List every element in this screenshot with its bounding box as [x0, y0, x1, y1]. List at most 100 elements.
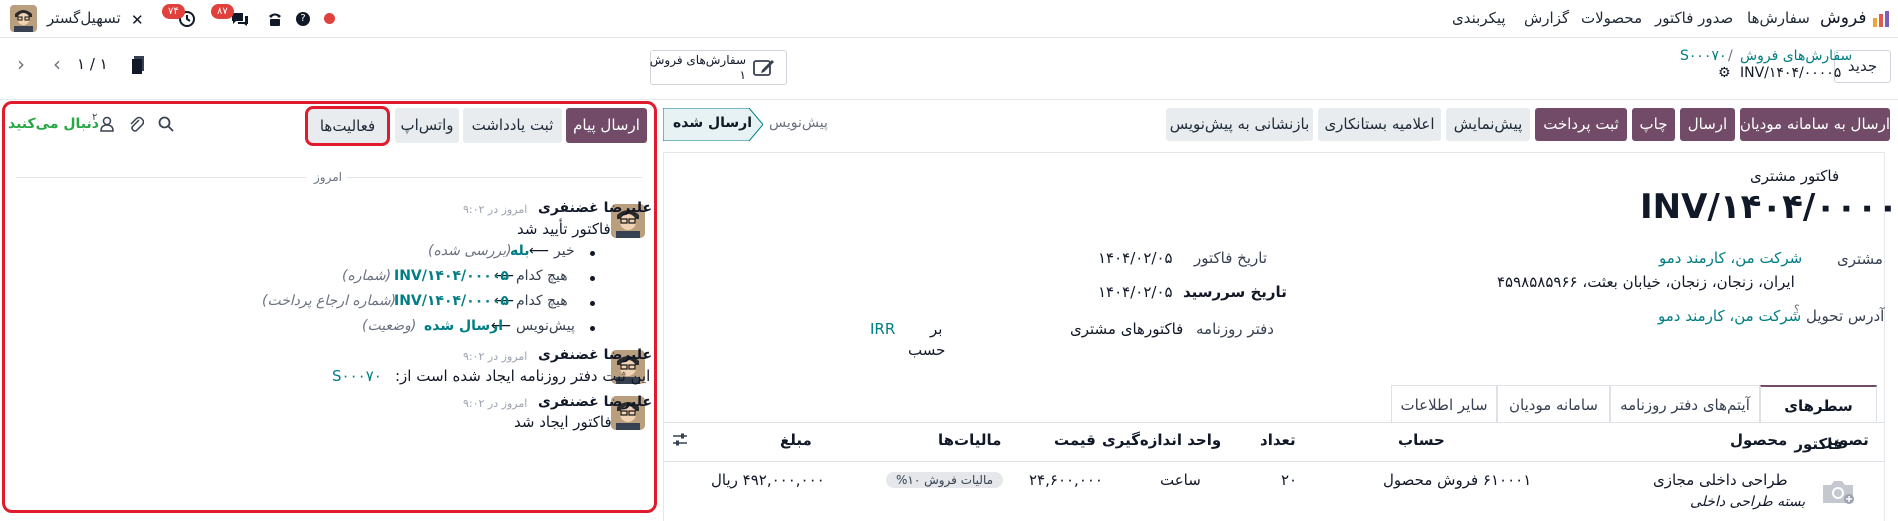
tab-invoice-lines[interactable]: سطرهای فاکتور	[1760, 385, 1877, 453]
tabs-divider	[663, 422, 1885, 423]
pager-prev-icon[interactable]: ‹	[10, 50, 32, 80]
today-divider-left	[16, 177, 306, 178]
due-date-label: تاریخ سررسید	[1183, 283, 1287, 301]
today-divider-right	[346, 177, 642, 178]
col-header-quantity[interactable]: تعداد	[1260, 431, 1296, 449]
tab-other-info[interactable]: سایر اطلاعات	[1391, 385, 1497, 423]
row-product[interactable]: طراحی داخلی مجازی	[1653, 471, 1788, 489]
product-image-placeholder-icon[interactable]	[1821, 477, 1855, 505]
record-settings-gear-icon[interactable]: ⚙	[1718, 65, 1731, 81]
help-icon[interactable]: ?	[296, 12, 310, 26]
following-button[interactable]: دنبال می‌کنید	[8, 116, 99, 132]
tracking-new-value: بله	[510, 243, 530, 259]
attachment-bookmark-icon[interactable]	[132, 56, 146, 74]
message-author[interactable]: علیرضا غضنفری	[538, 347, 652, 363]
tracking-bullet	[590, 301, 595, 306]
chatter-search-icon[interactable]	[158, 116, 174, 132]
journal-in-text: بر	[930, 320, 943, 338]
smart-button-label: سفارش‌های فروش	[649, 53, 746, 67]
journal-label: دفتر روزنامه	[1196, 320, 1274, 338]
activities-badge: ۷۴	[162, 4, 185, 19]
debug-tools-icon[interactable]: ✕	[131, 11, 144, 29]
col-header-uom[interactable]: واحد اندازه‌گیری	[1102, 431, 1221, 449]
breadcrumb-order[interactable]: S۰۰۰۷۰	[1680, 48, 1726, 64]
menu-invoicing[interactable]: صدور فاکتور	[1655, 9, 1733, 27]
row-tax-tag[interactable]: مالیات فروش ۱۰%	[886, 472, 1004, 488]
print-button[interactable]: چاپ	[1632, 108, 1675, 141]
app-logo-icon[interactable]	[1872, 10, 1890, 28]
voip-phone-icon[interactable]	[266, 10, 284, 28]
invoice-date-field[interactable]: ۱۴۰۴/۰۲/۰۵	[1098, 249, 1173, 267]
whatsapp-button[interactable]: واتس‌اپ	[395, 108, 459, 143]
status-draft[interactable]: پیش‌نویس	[769, 115, 828, 131]
user-avatar[interactable]	[10, 5, 37, 32]
breadcrumb-parent[interactable]: سفارش‌های فروش	[1740, 48, 1852, 64]
delivery-address-value[interactable]: شرکت من، کارمند دمو	[1658, 307, 1801, 325]
row-amount: ۴۹۲,۰۰۰,۰۰۰ ریال	[711, 471, 825, 489]
invoice-date-label: تاریخ فاکتور	[1194, 249, 1268, 267]
send-button[interactable]: ارسال	[1680, 108, 1735, 141]
log-note-button[interactable]: ثبت یادداشت	[463, 108, 562, 143]
message-text: فاکتور تأیید شد	[517, 220, 611, 238]
tab-journal-items[interactable]: آیتم‌های دفتر روزنامه	[1610, 385, 1760, 423]
journal-field[interactable]: فاکتورهای مشتری	[1070, 320, 1183, 338]
currency-field[interactable]: IRR	[870, 320, 895, 338]
edit-note-icon	[753, 59, 775, 77]
col-header-taxes[interactable]: مالیات‌ها	[938, 431, 1001, 449]
smart-button-sale-orders[interactable]: سفارش‌های فروش ۱	[650, 50, 787, 85]
messages-badge: ۸۷	[211, 4, 234, 19]
col-header-price[interactable]: قیمت	[1054, 431, 1096, 449]
invoice-number: INV/۱۴۰۴/۰۰۰۰۵	[1640, 187, 1898, 227]
message-author[interactable]: علیرضا غضنفری	[538, 394, 652, 410]
pager-next-icon[interactable]: ›	[46, 50, 68, 80]
menu-reporting[interactable]: گزارش	[1524, 9, 1569, 27]
customer-name[interactable]: شرکت من، کارمند دمو	[1659, 249, 1802, 267]
attachment-paperclip-icon[interactable]	[128, 115, 145, 133]
status-dot-icon	[324, 13, 335, 24]
send-message-button[interactable]: ارسال پیام	[566, 108, 647, 143]
status-posted[interactable]: ارسال شده	[673, 115, 752, 131]
row-price[interactable]: ۲۴,۶۰۰,۰۰۰	[1029, 471, 1103, 489]
register-payment-button[interactable]: ثبت پرداخت	[1535, 108, 1627, 141]
reset-to-draft-button[interactable]: بازنشانی به پیش‌نویس	[1166, 108, 1313, 141]
due-date-field[interactable]: ۱۴۰۴/۰۲/۰۵	[1098, 283, 1173, 301]
credit-note-button[interactable]: اعلامیه بستانکاری	[1318, 108, 1441, 141]
invoice-type: فاکتور مشتری	[1750, 167, 1840, 185]
preview-button[interactable]: پیش‌نمایش	[1446, 108, 1530, 141]
smart-button-count: ۱	[739, 68, 746, 82]
message-order-link[interactable]: S۰۰۰۷۰	[332, 367, 382, 385]
tracking-old-value: هیچ کدام	[516, 293, 568, 309]
pager-value[interactable]: ۱ / ۱	[77, 55, 108, 73]
followers-user-icon[interactable]	[100, 116, 114, 132]
row-account[interactable]: ۶۱۰۰۰۱ فروش محصول	[1383, 471, 1531, 489]
message-time: امروز در ۹:۰۲	[463, 350, 528, 363]
menu-configuration[interactable]: پیکربندی	[1452, 9, 1506, 27]
col-header-amount[interactable]: مبلغ	[780, 431, 812, 449]
tracking-new-value: ارسال شده	[424, 318, 504, 334]
today-label: امروز	[314, 170, 342, 184]
row-uom[interactable]: ساعت	[1160, 471, 1201, 489]
col-header-product[interactable]: محصول	[1730, 431, 1787, 449]
send-to-tax-system-button[interactable]: ارسال به سامانه مودیان	[1740, 108, 1890, 141]
tracking-new-value: INV/۱۴۰۴/۰۰۰۰۵	[394, 268, 509, 284]
message-author[interactable]: علیرضا غضنفری	[538, 200, 652, 216]
record-name: INV/۱۴۰۴/۰۰۰۰۵	[1740, 65, 1842, 81]
column-settings-icon[interactable]	[672, 432, 688, 448]
activities-button[interactable]: فعالیت‌ها	[305, 106, 390, 146]
menu-products[interactable]: محصولات	[1581, 9, 1642, 27]
message-time: امروز در ۹:۰۲	[463, 397, 528, 410]
tracking-old-value: خیر	[554, 243, 575, 259]
tracking-field: (شماره)	[342, 268, 392, 284]
tracking-bullet	[590, 326, 595, 331]
menu-orders[interactable]: سفارش‌ها	[1747, 9, 1810, 27]
tracking-new-value: INV/۱۴۰۴/۰۰۰۰۵	[394, 293, 509, 309]
customer-address: ایران، زنجان، زنجان، خیابان بعثت، ۴۵۹۸۵۸…	[1497, 273, 1795, 291]
row-quantity[interactable]: ۲۰	[1281, 471, 1297, 489]
company-name[interactable]: تسهیل‌گستر	[47, 9, 121, 27]
tab-tax-system[interactable]: سامانه مودیان	[1497, 385, 1610, 423]
col-header-image[interactable]: تصویر	[1824, 431, 1869, 449]
app-brand[interactable]: فروش	[1820, 8, 1866, 28]
breadcrumb-separator: /	[1728, 48, 1733, 64]
col-header-account[interactable]: حساب	[1398, 431, 1445, 449]
journal-account-text: حسب	[908, 341, 946, 359]
